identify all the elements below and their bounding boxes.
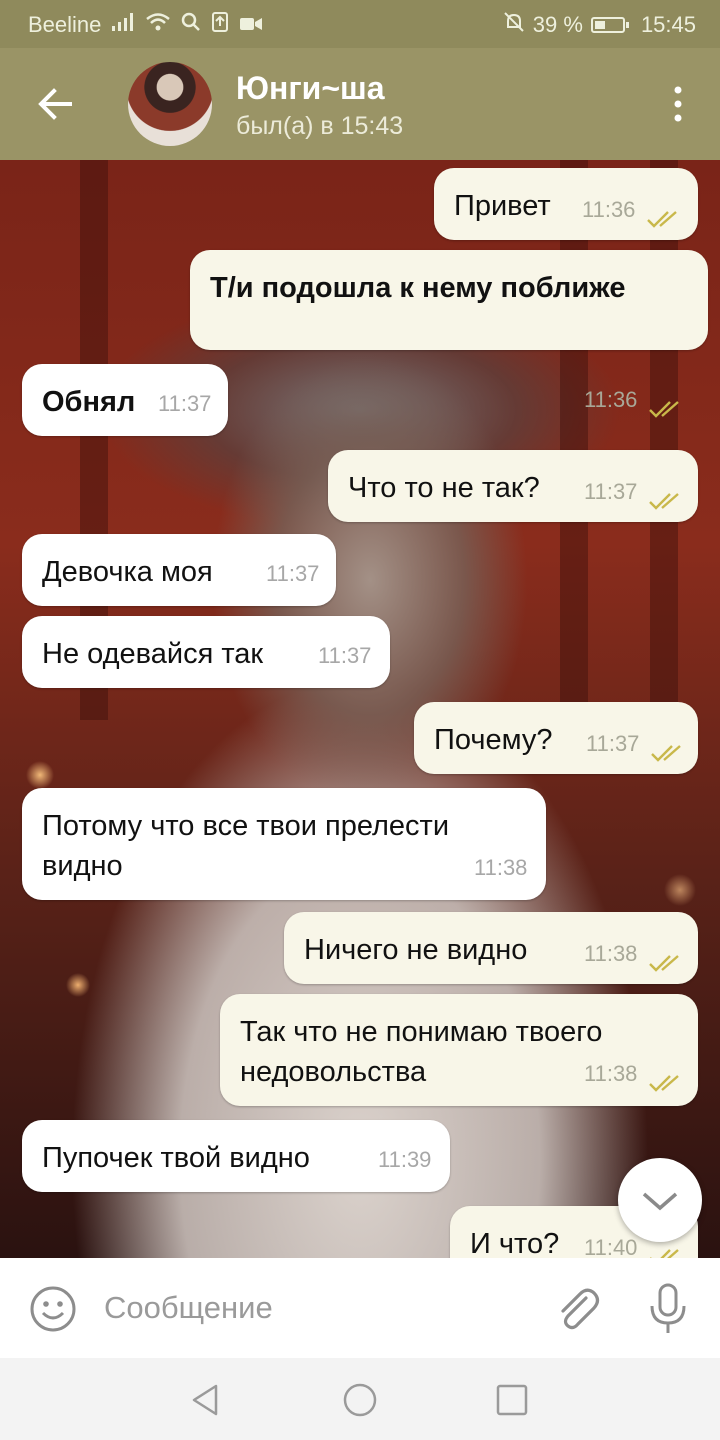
read-ticks-icon	[649, 401, 679, 418]
incoming-message[interactable]: Не одевайся так 11:37	[22, 616, 390, 688]
mute-icon	[503, 11, 525, 39]
read-ticks-icon	[649, 493, 679, 510]
message-time: 11:38	[474, 855, 528, 880]
scroll-down-button[interactable]	[618, 1158, 702, 1242]
outgoing-message[interactable]: Т/и подошла к нему поближе 11:36	[190, 250, 708, 418]
avatar[interactable]	[128, 62, 212, 146]
recents-square-icon	[496, 1384, 528, 1416]
message-time: 11:36	[582, 197, 636, 222]
home-circle-icon	[343, 1383, 377, 1417]
battery-icon	[590, 17, 629, 33]
signal-icon	[111, 12, 135, 38]
clock: 15:45	[640, 12, 696, 37]
message-text: Т/и подошла к нему поближе	[210, 272, 626, 304]
back-triangle-icon	[192, 1384, 218, 1416]
message-text: Ничего не видно	[304, 934, 528, 966]
message-text: И что?	[470, 1228, 560, 1258]
read-ticks-icon	[649, 1075, 679, 1092]
composer	[0, 1258, 720, 1358]
message-time: 11:37	[584, 479, 638, 504]
background-decor	[650, 160, 678, 720]
message-text: Что то не так?	[348, 472, 540, 504]
message-text: Привет	[454, 190, 551, 222]
nav-recents-button[interactable]	[492, 1380, 532, 1420]
message-time: 11:39	[378, 1147, 432, 1172]
emoji-button[interactable]	[28, 1284, 78, 1334]
outgoing-message[interactable]: Так что не понимаю твоего недовольства 11…	[220, 994, 698, 1106]
outgoing-message[interactable]: Почему? 11:37	[414, 702, 698, 774]
read-status	[648, 944, 684, 984]
chevron-down-icon	[642, 1192, 678, 1211]
upload-icon	[211, 11, 229, 39]
contact-name[interactable]: Юнги~ша	[236, 70, 384, 107]
message-text: Пупочек твой видно	[42, 1142, 310, 1174]
more-menu-button[interactable]	[666, 84, 690, 124]
battery-percent: 39 %	[532, 12, 583, 37]
back-button[interactable]	[30, 78, 82, 130]
outgoing-message[interactable]: Ничего не видно 11:38	[284, 912, 698, 984]
background-decor	[560, 160, 588, 720]
video-icon	[239, 12, 263, 38]
read-ticks-icon	[649, 955, 679, 972]
read-ticks-icon	[650, 1249, 679, 1258]
read-status	[646, 200, 682, 240]
outgoing-message[interactable]: Что то не так? 11:37	[328, 450, 698, 522]
read-ticks-icon	[647, 211, 677, 228]
message-text: Почему?	[434, 724, 553, 756]
chat-area[interactable]: Привет 11:36 Т/и подошла к нему поближе 11:…	[0, 160, 720, 1258]
read-status	[648, 390, 684, 430]
emoji-icon	[30, 1286, 76, 1332]
outgoing-message[interactable]: Привет 11:36	[434, 168, 698, 240]
status-bar: Beeline 39 % 15:45	[0, 0, 720, 48]
incoming-message[interactable]: Обнял 11:37	[22, 364, 228, 436]
message-input[interactable]	[104, 1280, 524, 1336]
chat-header: Юнги~ша был(а) в 15:43	[0, 48, 720, 160]
incoming-message[interactable]: Потому что все твои прелести видно 11:38	[22, 788, 546, 900]
message-time: 11:37	[318, 643, 372, 668]
nav-back-button[interactable]	[186, 1380, 226, 1420]
system-nav-bar	[0, 1358, 720, 1440]
read-ticks-icon	[651, 745, 681, 762]
carrier-label: Beeline	[28, 12, 102, 37]
read-status	[648, 1064, 684, 1104]
search-icon	[181, 12, 201, 38]
incoming-message[interactable]: Пупочек твой видно 11:39	[22, 1120, 450, 1192]
message-text: Потому что все твои прелести видно	[42, 810, 450, 882]
message-time: 11:38	[584, 1061, 638, 1086]
attach-button[interactable]	[552, 1284, 600, 1334]
read-status	[648, 482, 684, 522]
arrow-left-icon	[38, 88, 72, 120]
read-status	[650, 734, 686, 774]
paperclip-icon	[561, 1288, 600, 1330]
voice-record-button[interactable]	[646, 1282, 690, 1336]
nav-home-button[interactable]	[340, 1380, 380, 1420]
contact-last-seen: был(а) в 15:43	[236, 112, 404, 140]
message-time: 11:36	[584, 387, 638, 412]
microphone-icon	[650, 1283, 686, 1333]
more-vertical-icon	[674, 86, 682, 122]
message-time: 11:37	[586, 731, 640, 756]
message-time: 11:38	[584, 941, 638, 966]
message-time: 11:37	[266, 561, 320, 586]
incoming-message[interactable]: Девочка моя 11:37	[22, 534, 336, 606]
wifi-icon	[145, 12, 171, 38]
message-time: 11:37	[158, 391, 212, 416]
